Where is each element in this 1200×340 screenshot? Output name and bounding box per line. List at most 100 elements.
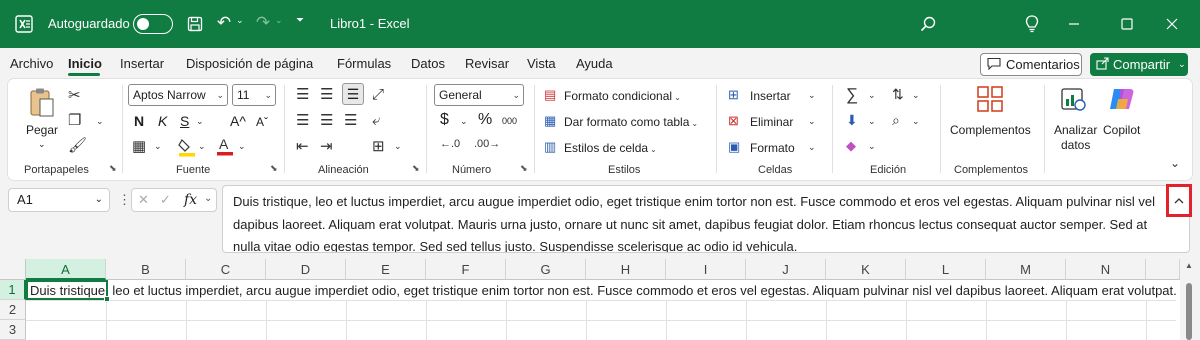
dialog-launcher-icon[interactable]: ⬊ [270,163,278,174]
font-color-dropdown-icon[interactable]: ⌄ [238,142,246,151]
align-top-icon[interactable]: ☰ [296,87,309,102]
more-options-icon[interactable]: ⋮ [118,192,131,208]
column-header[interactable]: L [906,259,986,280]
insert-function-button[interactable]: fx [184,192,197,208]
copy-icon[interactable]: ❐ [68,113,81,128]
bold-button[interactable]: N [134,113,144,129]
autosum-dropdown-icon[interactable]: ⌄ [868,91,876,100]
lightbulb-icon[interactable] [1022,14,1042,34]
column-header[interactable]: M [986,259,1066,280]
shrink-font-button[interactable]: Aˇ [256,115,268,129]
find-select-icon[interactable]: ⌕ [892,113,900,127]
copy-dropdown-icon[interactable]: ⌄ [96,117,104,126]
column-header[interactable]: D [266,259,346,280]
dialog-launcher-icon[interactable]: ⬊ [412,163,420,174]
undo-dropdown-icon[interactable]: ⌄ [236,15,244,26]
row-header[interactable]: 2 [0,300,26,320]
delete-cells-button[interactable]: Eliminar [750,115,793,129]
insert-cells-button[interactable]: Insertar [750,89,791,103]
autosum-icon[interactable]: ∑ [846,86,858,103]
column-header[interactable]: F [426,259,506,280]
merge-dropdown-icon[interactable]: ⌄ [394,142,402,151]
percent-button[interactable]: % [478,111,492,129]
wrap-text-icon[interactable]: ⤶ [372,113,380,128]
share-button[interactable]: Compartir ⌄ [1090,53,1188,76]
column-header[interactable]: N [1066,259,1146,280]
scrollbar-thumb[interactable] [1186,283,1192,340]
paste-icon[interactable] [28,87,56,122]
italic-button[interactable]: K [158,113,167,129]
column-header[interactable] [1146,259,1180,280]
sort-filter-dropdown-icon[interactable]: ⌄ [912,91,920,100]
conditional-format-button[interactable]: Formato condicional ⌄ [564,89,681,103]
borders-dropdown-icon[interactable]: ⌄ [154,142,162,151]
increase-decimal-icon[interactable]: ←.0 [440,139,460,150]
fill-icon[interactable]: ⬇ [846,113,858,127]
currency-button[interactable]: $ [440,111,449,129]
grow-font-button[interactable]: A^ [230,113,246,129]
align-bottom-icon[interactable]: ☰ [342,83,364,105]
tab-vista[interactable]: Vista [527,56,556,71]
tab-datos[interactable]: Datos [411,56,445,71]
underline-button[interactable]: S [180,113,189,129]
align-center-icon[interactable]: ☰ [320,113,333,128]
autosave-toggle[interactable] [133,14,173,34]
tab-revisar[interactable]: Revisar [465,56,509,71]
analyze-data-label-2[interactable]: datos [1061,138,1090,152]
font-color-icon[interactable]: A [216,136,234,159]
row-header[interactable]: 1 [0,280,26,300]
column-header[interactable]: H [586,259,666,280]
clear-icon[interactable]: ◆ [846,139,856,152]
column-header[interactable]: I [666,259,746,280]
comments-button[interactable]: Comentarios [980,53,1082,76]
thousands-button[interactable]: 000 [502,116,517,126]
fill-dropdown-icon[interactable]: ⌄ [868,117,876,126]
font-name-select[interactable]: Aptos Narrow ⌄ [128,84,228,106]
underline-dropdown-icon[interactable]: ⌄ [196,117,204,126]
enter-icon[interactable]: ✓ [160,192,171,208]
column-header[interactable]: J [746,259,826,280]
cancel-icon[interactable]: ✕ [138,192,149,208]
font-size-select[interactable]: 11 ⌄ [232,84,276,106]
fill-handle[interactable] [104,296,110,302]
tab-formulas[interactable]: Fórmulas [337,56,391,71]
align-middle-icon[interactable]: ☰ [320,87,333,102]
format-dropdown-icon[interactable]: ⌄ [808,143,816,152]
fill-color-dropdown-icon[interactable]: ⌄ [198,142,206,151]
find-select-dropdown-icon[interactable]: ⌄ [912,117,920,126]
tab-archivo[interactable]: Archivo [10,56,53,71]
maximize-icon[interactable] [1117,14,1137,34]
cell-styles-button[interactable]: Estilos de celda ⌄ [564,141,657,155]
paste-dropdown-icon[interactable]: ⌄ [38,139,46,150]
copilot-button[interactable]: Copilot [1103,123,1140,137]
chevron-down-icon[interactable]: ⌄ [95,189,103,211]
column-header[interactable]: K [826,259,906,280]
merge-center-icon[interactable]: ⊞ [372,139,385,154]
clear-dropdown-icon[interactable]: ⌄ [868,142,876,151]
tab-insertar[interactable]: Insertar [120,56,164,71]
addins-button[interactable]: Complementos [950,123,1031,137]
analyze-data-label-1[interactable]: Analizar [1054,123,1097,137]
cut-icon[interactable]: ✂ [68,88,81,103]
row-header[interactable]: 3 [0,320,26,340]
number-format-select[interactable]: General ⌄ [434,84,524,106]
column-header[interactable]: C [186,259,266,280]
align-right-icon[interactable]: ☰ [344,113,357,128]
borders-icon[interactable]: ▦ [132,139,146,154]
column-header[interactable]: B [106,259,186,280]
customize-qat-icon[interactable]: ⏷ [296,15,304,26]
decrease-indent-icon[interactable]: ⇤ [296,139,309,154]
sort-filter-icon[interactable]: ⇅ [892,87,904,101]
ribbon-collapse-icon[interactable]: ⌄ [1170,157,1180,169]
copilot-icon[interactable] [1108,85,1136,116]
column-header[interactable]: A [26,259,106,280]
fill-color-icon[interactable] [178,137,196,160]
delete-dropdown-icon[interactable]: ⌄ [808,117,816,126]
tab-disposicion[interactable]: Disposición de página [186,56,313,71]
orientation-icon[interactable]: ⤢ [372,87,384,102]
analyze-data-icon[interactable] [1060,85,1088,116]
format-painter-icon[interactable]: 🖌 [68,138,87,153]
tab-inicio[interactable]: Inicio [68,56,102,71]
tab-ayuda[interactable]: Ayuda [576,56,613,71]
paste-label[interactable]: Pegar [26,123,58,137]
